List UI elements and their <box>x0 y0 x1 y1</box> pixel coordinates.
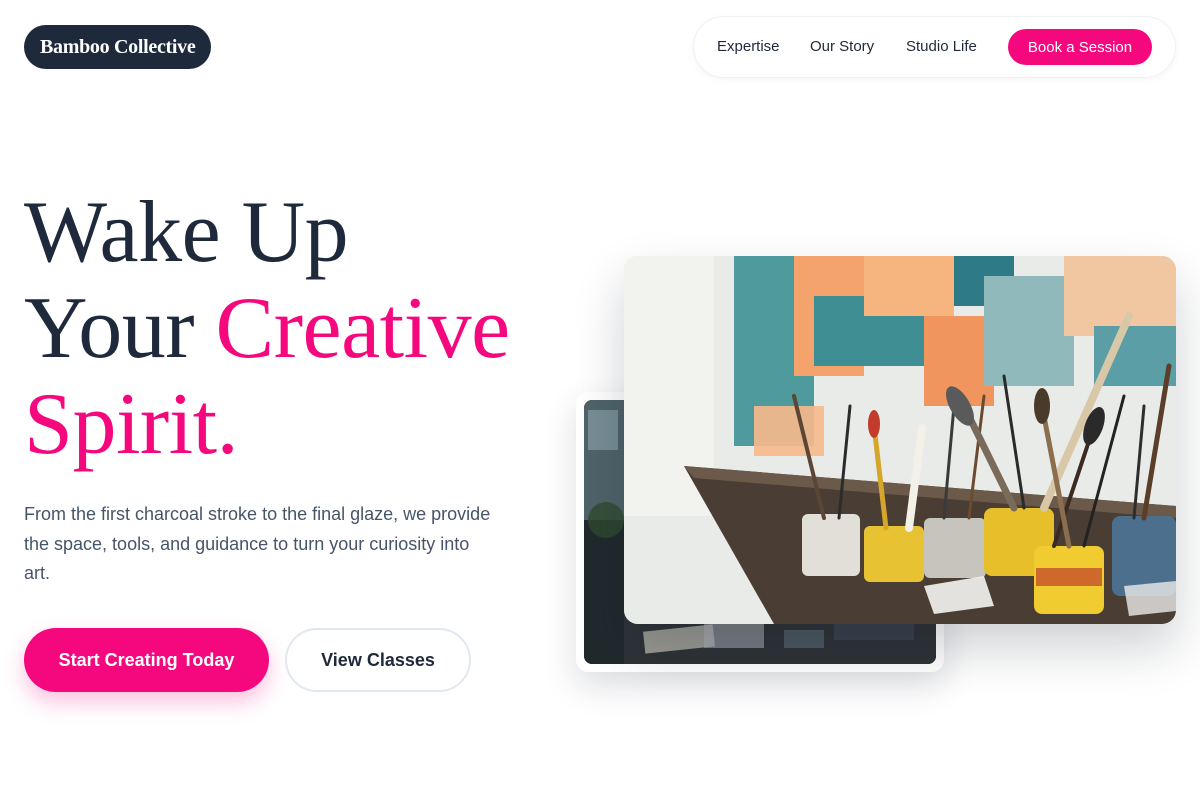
nav-link-expertise[interactable]: Expertise <box>717 17 780 77</box>
hero-title-line2-plain: Your <box>24 280 216 377</box>
start-creating-button[interactable]: Start Creating Today <box>24 628 269 692</box>
nav-link-studio-life[interactable]: Studio Life <box>906 17 977 77</box>
brand-logo[interactable]: Bamboo Collective <box>24 25 212 69</box>
studio-paint-brushes-photo <box>624 256 1176 624</box>
hero-title: Wake Up Your Creative Spirit. <box>24 185 584 473</box>
book-session-button[interactable]: Book a Session <box>1008 29 1152 65</box>
hero-title-line3-accent: Spirit. <box>24 376 239 473</box>
hero-description: From the first charcoal stroke to the fi… <box>24 504 491 583</box>
paint-brushes-illustration <box>624 256 1176 624</box>
main-nav: Expertise Our Story Studio Life Book a S… <box>693 16 1176 78</box>
nav-link-our-story[interactable]: Our Story <box>810 17 874 77</box>
hero-title-line2-accent: Creative <box>215 280 511 377</box>
hero-title-line1: Wake Up <box>24 184 349 281</box>
view-classes-button[interactable]: View Classes <box>285 628 471 692</box>
brand-name: Bamboo Collective <box>40 35 196 58</box>
